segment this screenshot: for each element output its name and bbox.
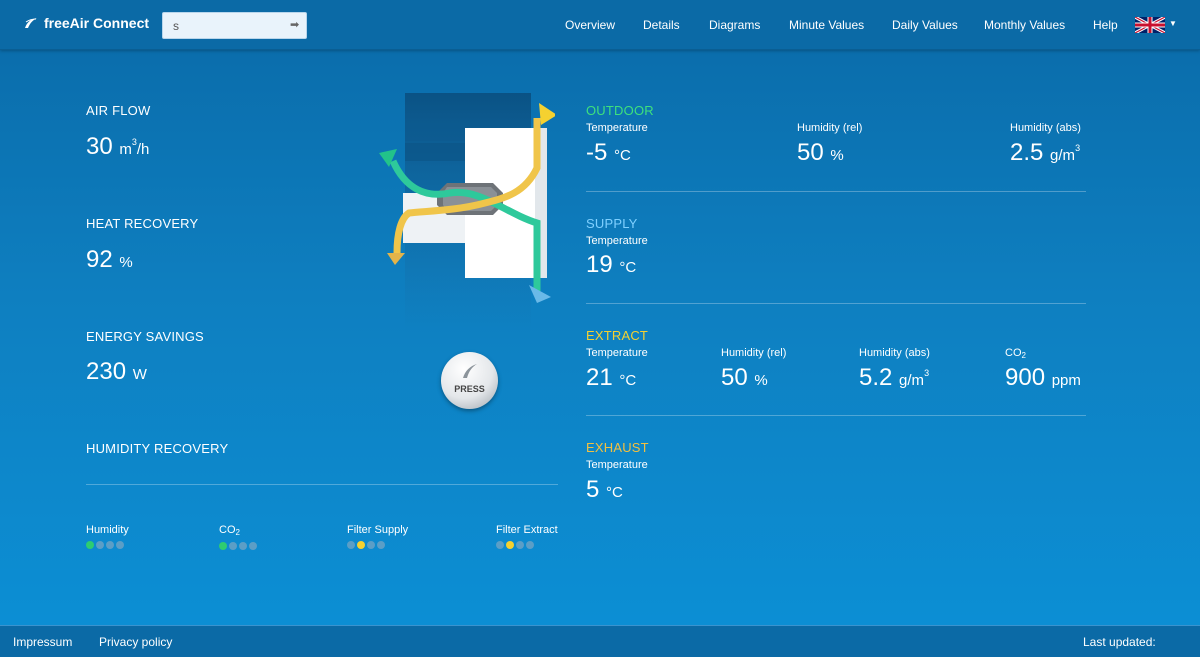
supply-temperature-value: 19 °C <box>586 251 637 278</box>
exhaust-temperature-label: Temperature <box>586 459 648 471</box>
nav-monthly-values[interactable]: Monthly Values <box>984 18 1065 32</box>
humidity-recovery-label: HUMIDITY RECOVERY <box>86 441 229 456</box>
extract-humidity-abs-label: Humidity (abs) <box>859 347 930 359</box>
left-divider <box>86 484 558 485</box>
level-dot <box>229 542 237 550</box>
heat-recovery-value: 92 % <box>86 246 133 274</box>
extract-humidity-rel-value: 50 % <box>721 364 768 391</box>
outdoor-humidity-abs-value: 2.5 g/m3 <box>1010 139 1081 166</box>
indicator-co2-label: CO2 <box>219 524 240 537</box>
supply-title: SUPPLY <box>586 216 638 231</box>
indicator-humidity-label: Humidity <box>86 524 129 536</box>
level-dot <box>357 541 365 549</box>
indicator-filter-extract-label: Filter Extract <box>496 524 558 536</box>
air-flow-diagram <box>379 93 555 333</box>
level-dot <box>116 541 124 549</box>
level-dot <box>249 542 257 550</box>
supply-divider <box>586 303 1086 304</box>
press-button[interactable]: PRESS <box>441 352 498 409</box>
level-dot <box>516 541 524 549</box>
extract-humidity-rel-label: Humidity (rel) <box>721 347 787 359</box>
outdoor-temperature-value: -5 °C <box>586 139 631 166</box>
air-flow-label: AIR FLOW <box>86 103 151 118</box>
level-dot <box>239 542 247 550</box>
supply-temperature-label: Temperature <box>586 235 648 247</box>
footer: Impressum Privacy policy Last updated: <box>0 625 1200 657</box>
extract-title: EXTRACT <box>586 328 649 343</box>
level-dot <box>219 542 227 550</box>
nav-diagrams[interactable]: Diagrams <box>709 18 760 32</box>
air-flow-unit: m3/h <box>119 137 150 158</box>
energy-savings-unit: W <box>132 366 147 383</box>
indicator-filter-supply: Filter Supply <box>347 524 408 549</box>
swoosh-logo-icon <box>463 364 477 378</box>
level-dot <box>347 541 355 549</box>
privacy-policy-link[interactable]: Privacy policy <box>99 635 172 649</box>
extract-divider <box>586 415 1086 416</box>
indicator-co2-dots <box>219 542 257 550</box>
indicator-humidity-dots <box>86 541 129 549</box>
level-dot <box>86 541 94 549</box>
level-dot <box>496 541 504 549</box>
indicator-filter-extract-dots <box>496 541 558 549</box>
level-dot <box>106 541 114 549</box>
air-flow-number: 30 <box>86 133 113 160</box>
outdoor-humidity-rel-label: Humidity (rel) <box>797 122 863 134</box>
uk-flag-icon[interactable] <box>1135 17 1165 33</box>
indicator-filter-supply-label: Filter Supply <box>347 524 409 536</box>
exhaust-temperature-value: 5 °C <box>586 476 623 503</box>
nav-daily-values[interactable]: Daily Values <box>892 18 958 32</box>
nav-minute-values[interactable]: Minute Values <box>789 18 864 32</box>
heat-recovery-number: 92 <box>86 246 113 273</box>
last-updated-label: Last updated: <box>1083 635 1156 649</box>
level-dot <box>96 541 104 549</box>
level-dot <box>377 541 385 549</box>
nav-overview[interactable]: Overview <box>565 18 615 32</box>
energy-savings-value: 230 W <box>86 358 147 386</box>
top-bar: freeAir Connect ➡ Overview Details Diagr… <box>0 0 1200 50</box>
heat-recovery-unit: % <box>119 254 133 271</box>
nav-details[interactable]: Details <box>643 18 680 32</box>
outdoor-temperature-label: Temperature <box>586 122 648 134</box>
outdoor-humidity-rel-value: 50 % <box>797 139 844 166</box>
level-dot <box>506 541 514 549</box>
extract-co2-label: CO2 <box>1005 347 1026 360</box>
extract-temperature-label: Temperature <box>586 347 648 359</box>
indicator-co2: CO2 <box>219 524 257 550</box>
level-dot <box>367 541 375 549</box>
indicator-filter-extract: Filter Extract <box>496 524 558 549</box>
impressum-link[interactable]: Impressum <box>13 635 72 649</box>
main-nav: Overview Details Diagrams Minute Values … <box>0 18 1200 34</box>
indicator-filter-supply-dots <box>347 541 408 549</box>
extract-co2-value: 900 ppm <box>1005 364 1081 391</box>
extract-humidity-abs-value: 5.2 g/m3 <box>859 364 930 391</box>
energy-savings-number: 230 <box>86 358 127 385</box>
energy-savings-label: ENERGY SAVINGS <box>86 329 204 344</box>
extract-temperature-value: 21 °C <box>586 364 637 391</box>
outdoor-divider <box>586 191 1086 192</box>
outdoor-title: OUTDOOR <box>586 103 654 118</box>
exhaust-title: EXHAUST <box>586 440 649 455</box>
caret-down-icon[interactable]: ▼ <box>1169 19 1177 28</box>
air-flow-value: 30 m3/h <box>86 133 149 161</box>
nav-help[interactable]: Help <box>1093 18 1118 32</box>
outdoor-humidity-abs-label: Humidity (abs) <box>1010 122 1081 134</box>
level-dot <box>526 541 534 549</box>
heat-recovery-label: HEAT RECOVERY <box>86 216 199 231</box>
press-button-label: PRESS <box>454 384 485 394</box>
indicator-humidity: Humidity <box>86 524 129 549</box>
